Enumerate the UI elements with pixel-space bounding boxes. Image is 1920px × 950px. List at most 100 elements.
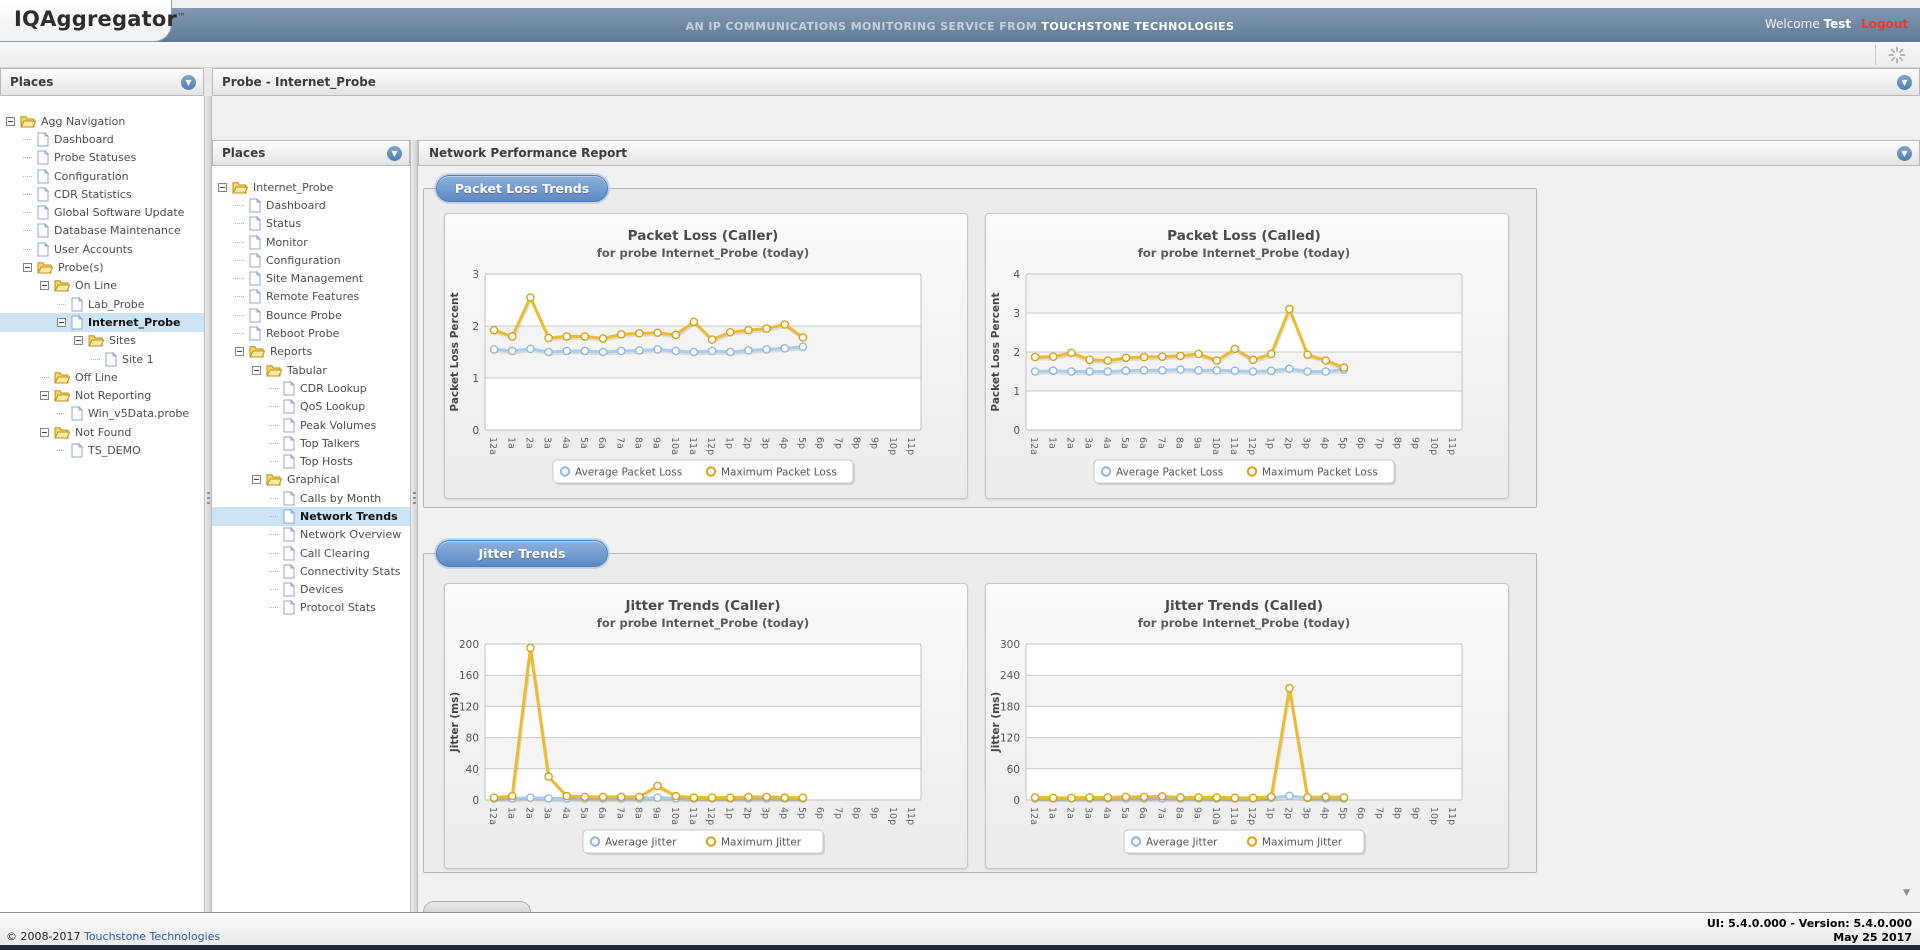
tree-item-probe-s[interactable]: Probe(s) xyxy=(0,258,204,276)
file-icon xyxy=(283,418,295,433)
tree-item-reports[interactable]: Reports xyxy=(212,343,410,361)
tree-item-site-management[interactable]: Site Management xyxy=(212,269,410,287)
collapse-inner-places-icon[interactable]: ▼ xyxy=(387,146,402,161)
svg-text:11a: 11a xyxy=(687,437,698,455)
tree-item-peak-volumes[interactable]: Peak Volumes xyxy=(212,416,410,434)
expand-toggle-icon[interactable] xyxy=(23,263,32,272)
tree-item-sites[interactable]: Sites xyxy=(0,332,204,350)
tree-item-internet-probe[interactable]: Internet_Probe xyxy=(0,313,204,331)
logout-link[interactable]: Logout xyxy=(1861,17,1908,31)
tree-item-probe-statuses[interactable]: Probe Statuses xyxy=(0,149,204,167)
tree-item-lab-probe[interactable]: Lab_Probe xyxy=(0,295,204,313)
tree-connector xyxy=(269,388,278,389)
loading-spinner-icon xyxy=(1888,46,1906,68)
file-icon xyxy=(283,381,295,396)
scroll-down-arrow[interactable]: ▼ xyxy=(1903,888,1910,898)
tree-item-remote-features[interactable]: Remote Features xyxy=(212,288,410,306)
tree-item-calls-by-month[interactable]: Calls by Month xyxy=(212,489,410,507)
tree-item-global-software-update[interactable]: Global Software Update xyxy=(0,203,204,221)
svg-text:2a: 2a xyxy=(1064,437,1075,449)
tree-item-connectivity-stats[interactable]: Connectivity Stats xyxy=(212,562,410,580)
tree-item-monitor[interactable]: Monitor xyxy=(212,233,410,251)
svg-text:Jitter (ms): Jitter (ms) xyxy=(990,692,1002,753)
tree-item-reboot-probe[interactable]: Reboot Probe xyxy=(212,324,410,342)
tree-item-not-reporting[interactable]: Not Reporting xyxy=(0,386,204,404)
tree-item-database-maintenance[interactable]: Database Maintenance xyxy=(0,222,204,240)
expand-toggle-icon[interactable] xyxy=(74,336,83,345)
tree-item-top-hosts[interactable]: Top Hosts xyxy=(212,452,410,470)
expand-toggle-icon[interactable] xyxy=(40,281,49,290)
svg-text:80: 80 xyxy=(466,733,479,745)
tree-item-off-line[interactable]: Off Line xyxy=(0,368,204,386)
collapse-report-icon[interactable]: ▼ xyxy=(1897,146,1912,161)
tree-item-label: Graphical xyxy=(287,473,340,486)
tree-item-tabular[interactable]: Tabular xyxy=(212,361,410,379)
tree-connector xyxy=(269,571,278,572)
tree-connector xyxy=(57,450,66,451)
expand-toggle-icon[interactable] xyxy=(57,318,66,327)
splitter-left[interactable] xyxy=(204,96,212,912)
splitter-grip[interactable] xyxy=(413,492,416,505)
svg-text:4p: 4p xyxy=(1319,437,1330,449)
tree-item-site-1[interactable]: Site 1 xyxy=(0,350,204,368)
svg-text:3a: 3a xyxy=(542,807,553,819)
expand-toggle-icon[interactable] xyxy=(218,183,227,192)
expand-toggle-icon[interactable] xyxy=(40,428,49,437)
file-icon xyxy=(71,443,83,458)
tree-item-call-clearing[interactable]: Call Clearing xyxy=(212,544,410,562)
svg-text:9p: 9p xyxy=(869,807,880,819)
collapse-places-icon[interactable]: ▼ xyxy=(181,75,196,90)
file-icon xyxy=(71,315,83,330)
tree-item-agg-navigation[interactable]: Agg Navigation xyxy=(0,112,204,130)
tree-item-status[interactable]: Status xyxy=(212,215,410,233)
expand-toggle-icon[interactable] xyxy=(6,117,15,126)
username: Test xyxy=(1824,17,1852,31)
jitter-trends-pill[interactable]: Jitter Trends xyxy=(436,540,608,567)
svg-text:1a: 1a xyxy=(505,807,516,819)
svg-text:10p: 10p xyxy=(887,437,898,455)
tree-item-devices[interactable]: Devices xyxy=(212,581,410,599)
tree-connector xyxy=(23,194,32,195)
tree-item-not-found[interactable]: Not Found xyxy=(0,423,204,441)
svg-text:6a: 6a xyxy=(1137,437,1148,449)
tree-item-top-talkers[interactable]: Top Talkers xyxy=(212,434,410,452)
tree-item-win-v5data-probe[interactable]: Win_v5Data.probe xyxy=(0,405,204,423)
svg-text:5p: 5p xyxy=(1337,437,1348,449)
file-icon xyxy=(283,454,295,469)
splitter-grip[interactable] xyxy=(207,492,210,505)
svg-text:4a: 4a xyxy=(1101,437,1112,449)
svg-text:for probe Internet_Probe (toda: for probe Internet_Probe (today) xyxy=(1138,616,1350,631)
tree-item-internet-probe[interactable]: Internet_Probe xyxy=(212,178,410,196)
tree-item-bounce-probe[interactable]: Bounce Probe xyxy=(212,306,410,324)
tree-item-dashboard[interactable]: Dashboard xyxy=(0,130,204,148)
packet-loss-trends-pill[interactable]: Packet Loss Trends xyxy=(436,175,608,202)
tree-item-user-accounts[interactable]: User Accounts xyxy=(0,240,204,258)
expand-toggle-icon[interactable] xyxy=(235,347,244,356)
tree-item-on-line[interactable]: On Line xyxy=(0,277,204,295)
splitter-inner[interactable] xyxy=(410,140,418,912)
tree-item-network-trends[interactable]: Network Trends xyxy=(212,507,410,525)
tree-item-label: Network Overview xyxy=(300,528,401,541)
collapsed-group-pill[interactable] xyxy=(423,901,531,912)
file-icon xyxy=(249,271,261,286)
tree-item-ts-demo[interactable]: TS_DEMO xyxy=(0,441,204,459)
tree-item-configuration[interactable]: Configuration xyxy=(212,251,410,269)
svg-text:7a: 7a xyxy=(1155,807,1166,819)
svg-text:9a: 9a xyxy=(1192,807,1203,819)
company-link[interactable]: Touchstone Technologies xyxy=(84,930,220,943)
expand-toggle-icon[interactable] xyxy=(252,366,261,375)
expand-toggle-icon[interactable] xyxy=(40,391,49,400)
tree-item-dashboard[interactable]: Dashboard xyxy=(212,196,410,214)
file-icon xyxy=(71,297,83,312)
tree-connector xyxy=(235,333,244,334)
tree-item-cdr-statistics[interactable]: CDR Statistics xyxy=(0,185,204,203)
tree-item-network-overview[interactable]: Network Overview xyxy=(212,526,410,544)
tree-item-protocol-stats[interactable]: Protocol Stats xyxy=(212,599,410,617)
tree-item-configuration[interactable]: Configuration xyxy=(0,167,204,185)
tree-item-graphical[interactable]: Graphical xyxy=(212,471,410,489)
expand-toggle-icon[interactable] xyxy=(252,475,261,484)
tree-item-cdr-lookup[interactable]: CDR Lookup xyxy=(212,379,410,397)
tree-item-qos-lookup[interactable]: QoS Lookup xyxy=(212,398,410,416)
tree-item-label: Win_v5Data.probe xyxy=(88,407,189,420)
collapse-probe-icon[interactable]: ▼ xyxy=(1897,75,1912,90)
